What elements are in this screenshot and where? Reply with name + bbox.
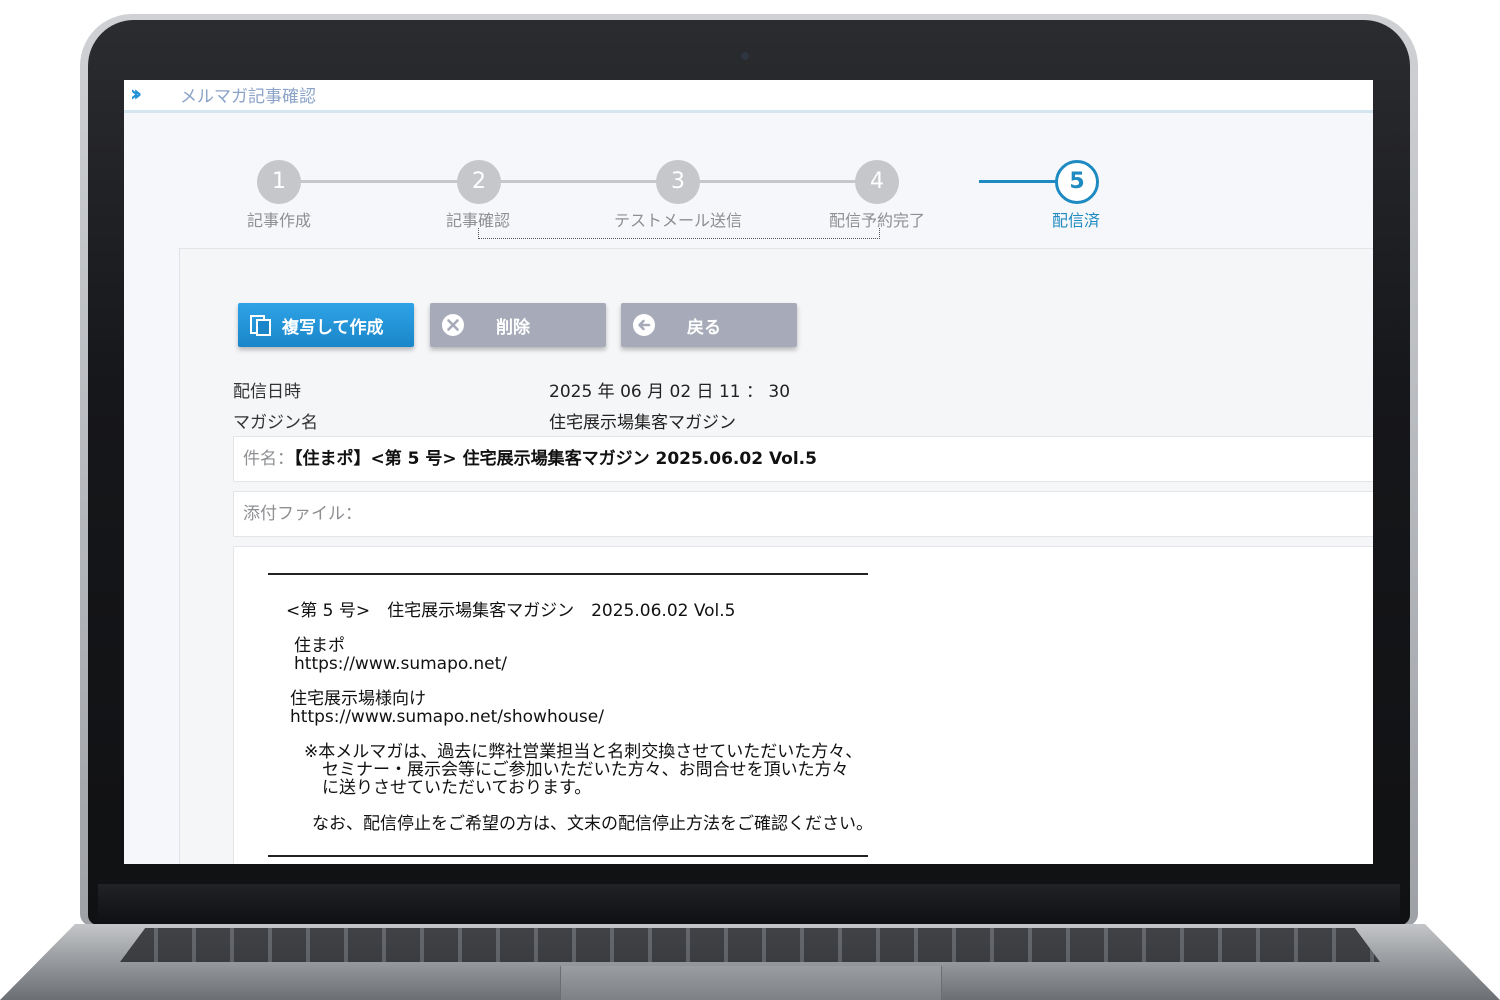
step-3-circle: 3 <box>656 160 700 204</box>
delete-button[interactable]: 削除 <box>430 303 606 347</box>
divider-top <box>268 573 868 575</box>
unsubscribe-note: なお、配信停止をご希望の方は、文末の配信停止方法をご確認ください。 <box>312 814 873 834</box>
note-line-3: に送りさせていただいております。 <box>322 778 592 798</box>
copy-create-button[interactable]: 複写して作成 <box>238 303 414 347</box>
send-date-value: 2025 年 06 月 02 日 11 ： 30 <box>549 382 791 402</box>
step-5-label: 配信済 <box>1051 211 1100 230</box>
note-line-1: ※本メルマガは、過去に弊社営業担当と名刺交換させていただいた方々、 <box>304 742 863 762</box>
target-url-link[interactable]: https://www.sumapo.net/showhouse/ <box>290 708 604 726</box>
step-2-circle: 2 <box>457 160 501 204</box>
copy-icon <box>250 315 271 336</box>
webcam-icon <box>741 52 749 60</box>
laptop-hinge <box>98 884 1400 924</box>
page-header: ›› メルマガ記事確認 <box>124 80 1373 113</box>
subject-value: 【住まポ】<第 5 号> 住宅展示場集客マガジン 2025.06.02 Vol.… <box>294 449 817 469</box>
note-line-2: セミナー・展示会等にご参加いただいた方々、お問合せを頂いた方々 <box>322 760 849 780</box>
subject-label: 件名： <box>243 449 294 469</box>
step-range-bracket <box>478 228 880 239</box>
trackpad <box>560 966 942 1000</box>
double-chevron-right-icon: ›› <box>130 82 142 107</box>
copy-create-label: 複写して作成 <box>282 317 384 338</box>
stepper-track <box>279 180 879 183</box>
keyboard <box>120 928 1380 962</box>
mail-body-preview: <第 5 号> 住宅展示場集客マガジン 2025.06.02 Vol.5 住まポ… <box>233 546 1373 864</box>
target-text: 住宅展示場様向け <box>290 689 426 709</box>
delete-label: 削除 <box>496 317 530 338</box>
attachment-label: 添付ファイル： <box>243 504 362 524</box>
divider-bottom <box>268 855 868 857</box>
back-button[interactable]: 戻る <box>621 303 797 347</box>
step-1-label: 記事作成 <box>246 211 311 230</box>
subject-row: 件名：【住まポ】<第 5 号> 住宅展示場集客マガジン 2025.06.02 V… <box>233 436 1373 482</box>
step-1-circle: 1 <box>257 160 301 204</box>
attachment-row: 添付ファイル： <box>233 491 1373 537</box>
issue-line: <第 5 号> 住宅展示場集客マガジン 2025.06.02 Vol.5 <box>286 601 736 621</box>
brand-name: 住まポ <box>294 636 345 656</box>
brand-url-link[interactable]: https://www.sumapo.net/ <box>294 655 507 673</box>
step-5-circle: 5 <box>1055 160 1099 204</box>
send-date-label: 配信日時 <box>233 382 301 402</box>
screen: ›› メルマガ記事確認 1 2 3 4 5 記事作成 記事確認 テストメール送信… <box>124 80 1373 864</box>
close-circle-icon <box>442 314 464 336</box>
back-label: 戻る <box>687 317 721 338</box>
step-4-circle: 4 <box>855 160 899 204</box>
magazine-name-value: 住宅展示場集客マガジン <box>549 413 736 433</box>
page-title: メルマガ記事確認 <box>180 87 316 107</box>
arrow-left-circle-icon <box>633 314 655 336</box>
magazine-name-label: マガジン名 <box>233 413 318 433</box>
